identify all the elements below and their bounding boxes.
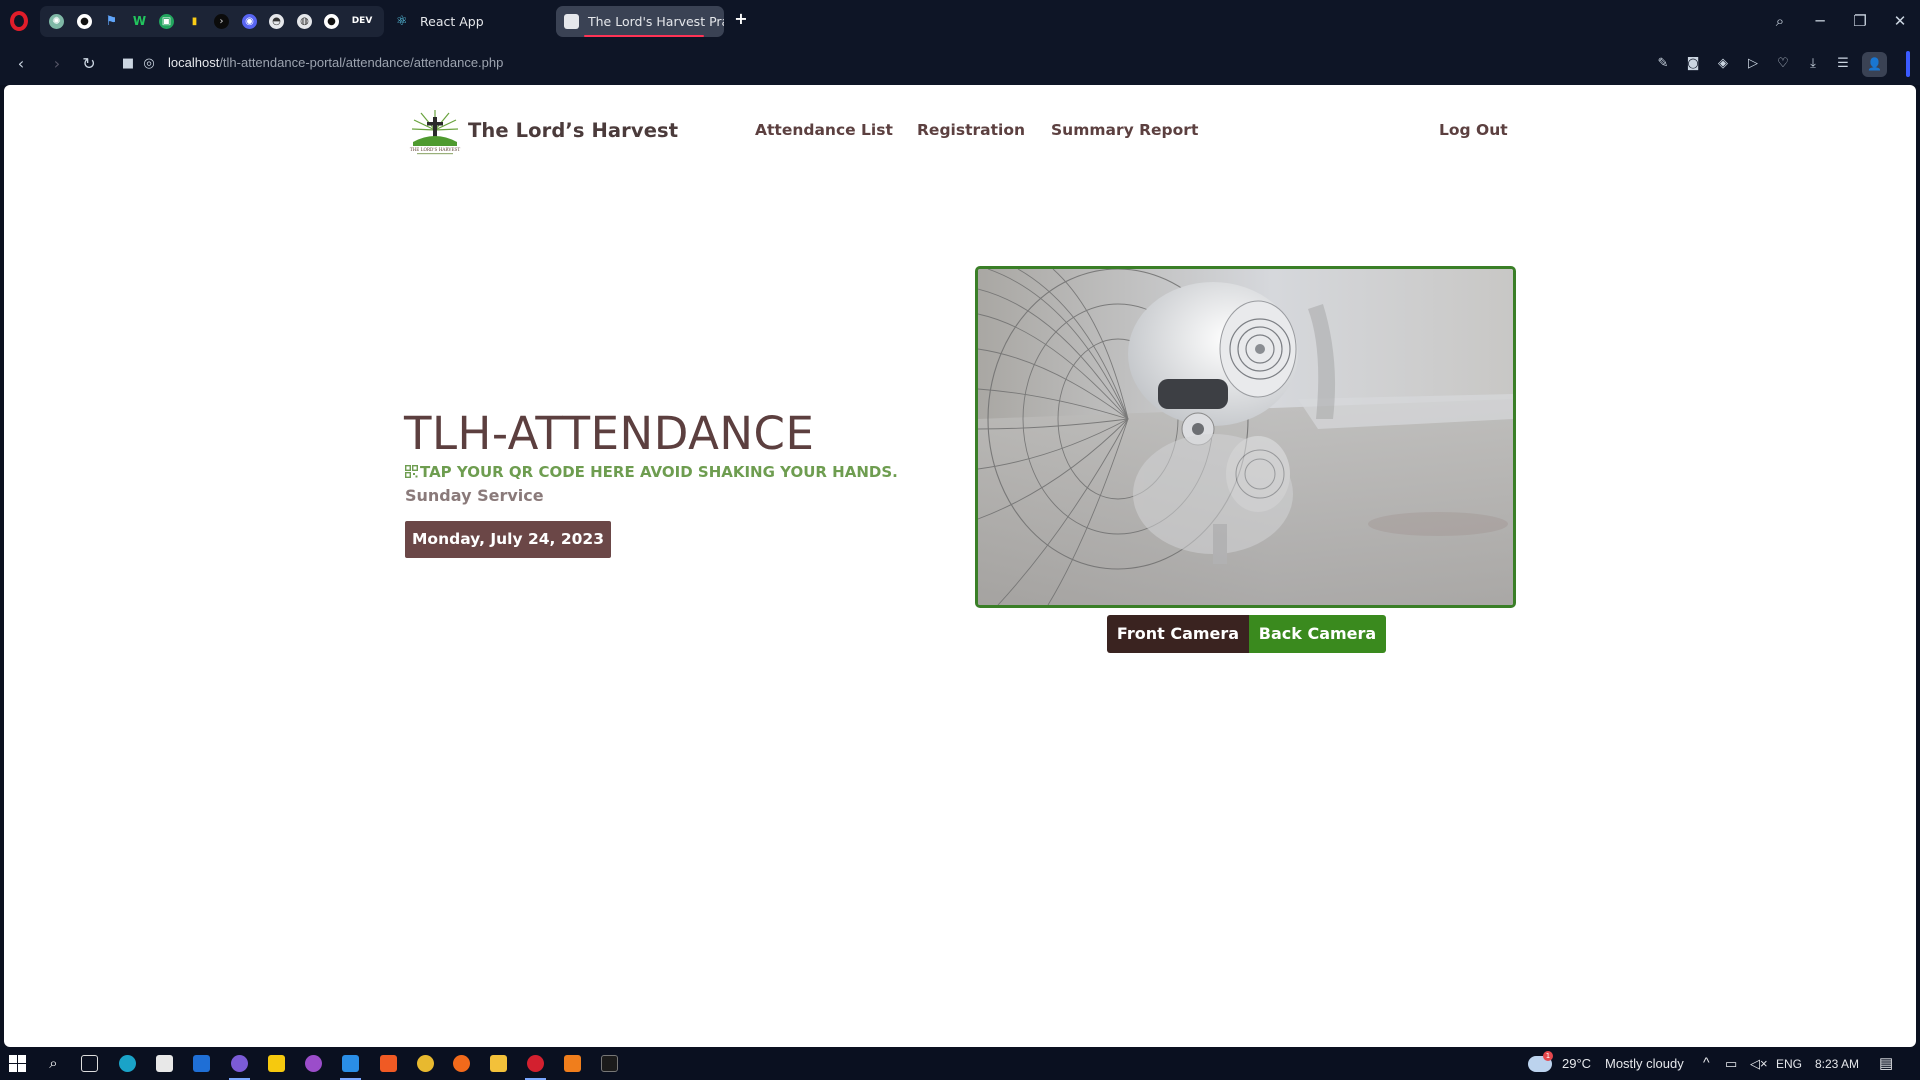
brave-icon[interactable] (380, 1055, 397, 1072)
react-icon: ⚛ (396, 14, 408, 29)
lords-harvest-logo-icon[interactable]: THE LORD'S HARVEST (407, 108, 463, 156)
nav-log-out[interactable]: Log Out (1439, 121, 1508, 139)
file-explorer-icon[interactable] (490, 1055, 507, 1072)
chatgpt-icon[interactable]: ✺ (49, 14, 64, 29)
windows-start-icon[interactable] (9, 1055, 26, 1072)
snapshot-camera-icon[interactable]: ◙ (1683, 54, 1703, 74)
opera-icon[interactable] (527, 1055, 544, 1072)
windows-taskbar: ⌕ 1 29°C Mostly cloudy ^ ▭ ◁× ENG 8:23 A… (0, 1047, 1920, 1080)
terminal-icon[interactable]: › (214, 14, 229, 29)
firefox-icon[interactable] (453, 1055, 470, 1072)
dev-icon[interactable]: DEV (349, 14, 375, 29)
tray-overflow-chevron-icon[interactable]: ^ (1703, 1054, 1710, 1070)
task-view-icon[interactable] (81, 1055, 98, 1072)
mail-icon[interactable] (193, 1055, 210, 1072)
close-icon[interactable]: ✕ (1886, 8, 1914, 34)
date-badge: Monday, July 24, 2023 (405, 521, 611, 558)
reload-icon[interactable]: ↻ (78, 53, 100, 75)
weather-status[interactable]: Mostly cloudy (1605, 1056, 1684, 1071)
temperature[interactable]: 29°C (1562, 1056, 1591, 1071)
github-icon[interactable]: ● (77, 14, 92, 29)
clock[interactable]: 8:23 AM (1815, 1057, 1859, 1071)
forward-arrow-icon[interactable]: › (46, 53, 68, 75)
world-icon[interactable]: ◍ (297, 14, 312, 29)
profile-icon[interactable]: 👤 (1862, 52, 1887, 77)
brand-name[interactable]: The Lord’s Harvest (468, 119, 678, 142)
network-icon[interactable]: ▭ (1725, 1056, 1737, 1072)
qr-instruction: TAP YOUR QR CODE HERE AVOID SHAKING YOUR… (405, 463, 898, 481)
vscode-icon[interactable] (342, 1055, 359, 1072)
qr-code-icon (405, 465, 418, 478)
tab-title: React App (420, 14, 484, 29)
notes-icon[interactable]: ▮ (187, 14, 202, 29)
url-host: localhost (168, 55, 220, 70)
terminal-icon[interactable] (601, 1055, 618, 1072)
shield-icon[interactable]: ◈ (1713, 54, 1733, 74)
language-indicator[interactable]: ENG (1776, 1057, 1802, 1071)
tab-title: The Lord's Harvest Prayer (588, 14, 724, 29)
tab-react-app[interactable]: ⚛ React App (388, 6, 548, 37)
viber-icon[interactable] (231, 1055, 248, 1072)
logo-caption: THE LORD'S HARVEST (410, 147, 461, 152)
nav-summary-report[interactable]: Summary Report (1051, 121, 1198, 139)
browser-tab-bar: ✺ ● ⚑ W ▣ ▮ › ◉ ◓ ◍ ● DEV ⚛ React App Th… (0, 0, 1920, 43)
opera-logo-icon[interactable] (10, 11, 28, 31)
back-arrow-icon[interactable]: ‹ (10, 53, 32, 75)
active-tab-indicator (584, 35, 704, 37)
github-icon[interactable]: ● (324, 14, 339, 29)
sidebar-toggle[interactable] (1906, 51, 1910, 77)
media-app-icon[interactable] (305, 1055, 322, 1072)
minimize-icon[interactable]: ─ (1806, 8, 1834, 34)
menu-icon[interactable]: ☰ (1833, 54, 1853, 74)
sticky-notes-icon[interactable] (268, 1055, 285, 1072)
pinned-tabs-group: ✺ ● ⚑ W ▣ ▮ › ◉ ◓ ◍ ● DEV (40, 6, 384, 37)
web-page: THE LORD'S HARVEST The Lord’s Harvest At… (4, 85, 1916, 1047)
qr-instruction-text: TAP YOUR QR CODE HERE AVOID SHAKING YOUR… (420, 463, 898, 481)
store-icon[interactable] (156, 1055, 173, 1072)
address-bar-row: ‹ › ↻ ■ ◎ localhost/tlh-attendance-porta… (0, 43, 1920, 85)
edge-icon[interactable] (119, 1055, 136, 1072)
weather-badge: 1 (1543, 1051, 1553, 1061)
camera-permission-icon[interactable]: ■ (117, 53, 139, 75)
front-camera-button[interactable]: Front Camera (1107, 615, 1249, 653)
page-title: TLH-ATTENDANCE (404, 407, 815, 460)
url-field[interactable]: localhost/tlh-attendance-portal/attendan… (168, 55, 503, 70)
search-tabs-icon[interactable]: ⌕ (1766, 8, 1794, 34)
heart-icon[interactable]: ♡ (1773, 54, 1793, 74)
android-icon[interactable]: ▣ (159, 14, 174, 29)
site-favicon-icon (564, 14, 579, 29)
globe-icon[interactable]: ◎ (138, 53, 160, 75)
back-camera-button[interactable]: Back Camera (1249, 615, 1386, 653)
url-path: /tlh-attendance-portal/attendance/attend… (219, 55, 504, 70)
nav-attendance-list[interactable]: Attendance List (755, 121, 893, 139)
camera-preview[interactable] (975, 266, 1516, 608)
tab-lords-harvest[interactable]: The Lord's Harvest Prayer (556, 6, 724, 37)
service-name: Sunday Service (405, 486, 544, 505)
edit-icon[interactable]: ✎ (1653, 54, 1673, 74)
camera-feed-image (978, 269, 1513, 605)
play-icon[interactable]: ▷ (1743, 54, 1763, 74)
flag-icon[interactable]: ⚑ (104, 14, 119, 29)
discord-icon[interactable]: ◉ (242, 14, 257, 29)
chrome-icon[interactable] (417, 1055, 434, 1072)
cloud-icon[interactable]: ◓ (269, 14, 284, 29)
volume-muted-icon[interactable]: ◁× (1750, 1056, 1768, 1072)
nav-registration[interactable]: Registration (917, 121, 1025, 139)
notifications-icon[interactable]: ▤ (1879, 1054, 1893, 1072)
search-icon[interactable]: ⌕ (45, 1055, 62, 1072)
restore-icon[interactable]: ❐ (1846, 8, 1874, 34)
xampp-icon[interactable] (564, 1055, 581, 1072)
download-icon[interactable]: ⤓ (1803, 54, 1823, 74)
new-tab-plus-icon[interactable]: + (734, 11, 748, 27)
webflow-icon[interactable]: W (132, 14, 147, 29)
